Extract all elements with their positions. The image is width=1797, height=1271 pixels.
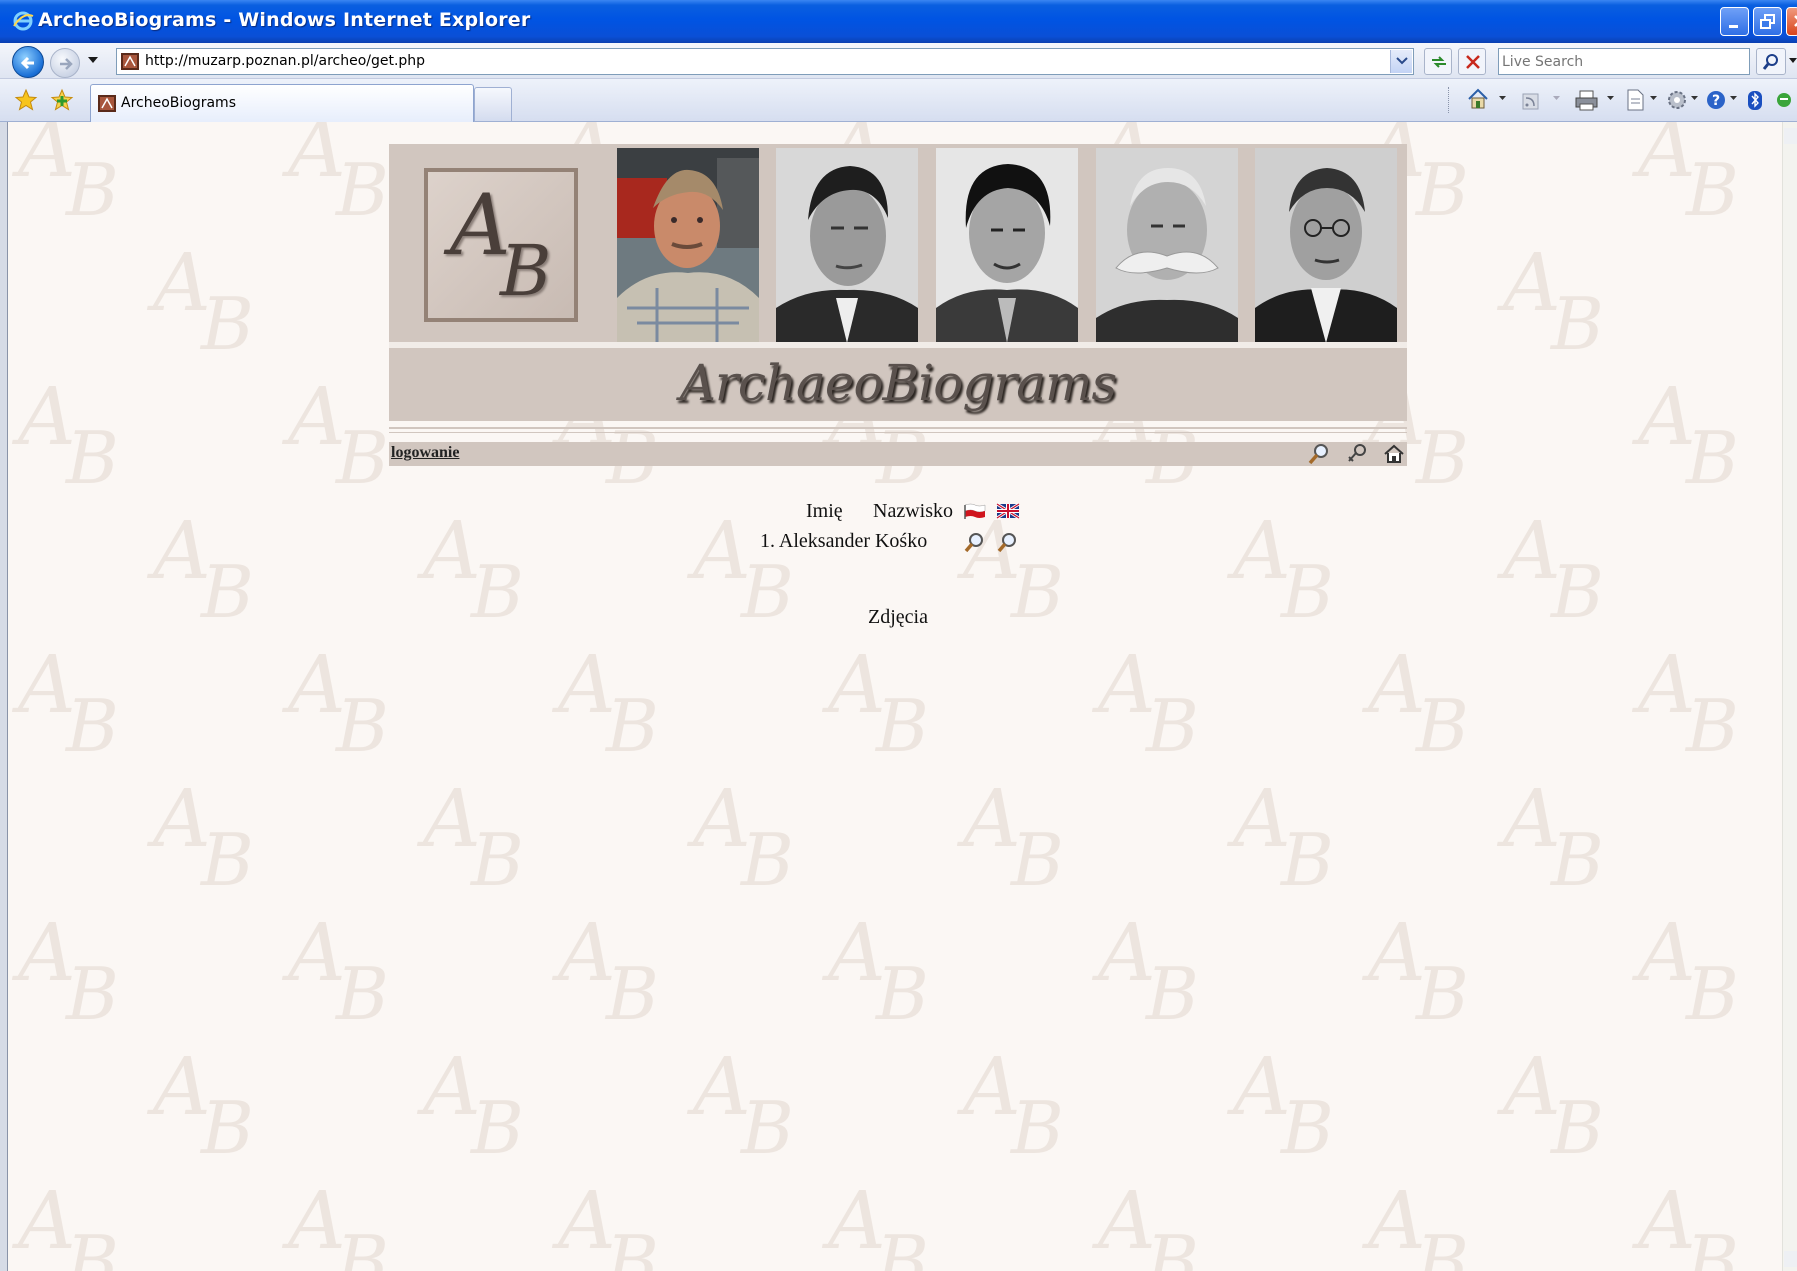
- logo-letter-b: B: [500, 230, 552, 312]
- page-viewport: ABABABABABABABABABABABABABABABABABABABAB…: [8, 122, 1782, 1271]
- search-icon: [1762, 54, 1778, 70]
- forward-button[interactable]: [50, 48, 80, 78]
- search-options-dropdown-icon[interactable]: [1789, 58, 1797, 64]
- scroll-up-button[interactable]: [1784, 128, 1797, 144]
- add-favorites-icon[interactable]: [50, 88, 74, 112]
- banner-title-band: ArchaeoBiograms: [389, 348, 1407, 421]
- tab-toolbar: ArcheoBiograms ?: [0, 79, 1797, 122]
- tools-gear-icon[interactable]: [1664, 86, 1690, 114]
- url-text: http://muzarp.poznan.pl/archeo/get.php: [145, 53, 426, 69]
- window-left-border: [0, 122, 8, 1271]
- english-flag-icon[interactable]: [996, 503, 1020, 519]
- column-first-name: Imię: [806, 500, 843, 522]
- refresh-icon: [1432, 56, 1446, 68]
- keys-icon[interactable]: [1345, 443, 1369, 465]
- page-icon[interactable]: [1624, 86, 1648, 114]
- polish-flag-icon[interactable]: [963, 503, 987, 519]
- login-link[interactable]: logowanie: [391, 444, 459, 462]
- feeds-icon[interactable]: [1520, 86, 1542, 114]
- minimize-button[interactable]: [1720, 7, 1749, 36]
- help-icon[interactable]: ?: [1704, 86, 1728, 114]
- portrait-photo-1: [617, 148, 759, 343]
- refresh-button[interactable]: [1424, 48, 1452, 75]
- research-icon[interactable]: [1774, 86, 1796, 114]
- close-icon: [1794, 15, 1797, 27]
- row-last-name: Kośko: [874, 530, 928, 552]
- new-tab-button[interactable]: [474, 87, 512, 121]
- tab-label: ArcheoBiograms: [121, 95, 236, 111]
- ab-logo: A B: [424, 168, 578, 322]
- divider-line: [389, 432, 1407, 433]
- minimize-icon: [1729, 25, 1738, 28]
- chevron-down-icon: [1396, 57, 1408, 65]
- home-icon[interactable]: [1382, 443, 1406, 465]
- forward-arrow-icon: [60, 58, 73, 70]
- address-toolbar: http://muzarp.poznan.pl/archeo/get.php: [0, 43, 1797, 79]
- maximize-button[interactable]: [1753, 7, 1782, 36]
- close-button[interactable]: [1786, 7, 1797, 36]
- internet-explorer-icon: [13, 11, 34, 31]
- stop-button[interactable]: [1458, 48, 1486, 75]
- search-button[interactable]: [1756, 48, 1786, 75]
- site-favicon-icon: [98, 95, 116, 112]
- stop-icon: [1466, 55, 1480, 69]
- svg-text:?: ?: [1712, 93, 1720, 109]
- row-first-name: Aleksander: [778, 530, 870, 552]
- address-bar[interactable]: http://muzarp.poznan.pl/archeo/get.php: [116, 48, 1414, 75]
- window-title: ArcheoBiograms - Windows Internet Explor…: [38, 9, 531, 31]
- tab-archeobiograms[interactable]: ArcheoBiograms: [90, 84, 474, 122]
- scroll-down-button[interactable]: [1784, 1251, 1797, 1267]
- back-arrow-icon: [20, 56, 34, 70]
- feeds-dropdown-icon[interactable]: [1553, 96, 1560, 101]
- search-input[interactable]: [1502, 51, 1742, 72]
- live-search-box[interactable]: [1498, 48, 1750, 75]
- home-icon[interactable]: [1466, 86, 1490, 114]
- window-titlebar: ArcheoBiograms - Windows Internet Explor…: [0, 0, 1797, 43]
- photos-section-label[interactable]: Zdjęcia: [868, 606, 928, 629]
- favorites-star-icon[interactable]: [14, 88, 38, 112]
- divider-line: [389, 427, 1407, 429]
- print-icon[interactable]: [1574, 86, 1600, 114]
- portrait-photo-3: [936, 148, 1078, 343]
- command-bar-grip: [1448, 87, 1450, 113]
- portrait-photo-5: [1255, 148, 1397, 343]
- portrait-photo-4: [1096, 148, 1238, 343]
- vertical-scrollbar[interactable]: [1782, 122, 1797, 1271]
- column-last-name: Nazwisko: [873, 500, 953, 522]
- search-icon[interactable]: [1307, 443, 1331, 465]
- restore-icon: [1760, 14, 1775, 29]
- page-dropdown-icon[interactable]: [1650, 96, 1657, 101]
- result-row: 1. Aleksander Kośko: [760, 530, 1016, 553]
- help-dropdown-icon[interactable]: [1730, 96, 1737, 101]
- view-polish-biography-icon[interactable]: [963, 532, 985, 554]
- bluetooth-icon[interactable]: [1746, 86, 1764, 114]
- address-dropdown-button[interactable]: [1390, 50, 1412, 73]
- site-banner: A B: [389, 144, 1407, 343]
- back-button[interactable]: [12, 46, 44, 78]
- row-number: 1.: [760, 530, 775, 552]
- print-dropdown-icon[interactable]: [1607, 96, 1614, 101]
- recent-pages-dropdown-icon[interactable]: [88, 57, 98, 64]
- tools-dropdown-icon[interactable]: [1691, 96, 1698, 101]
- portrait-photo-2: [776, 148, 918, 343]
- site-navbar: logowanie: [389, 442, 1407, 466]
- view-english-biography-icon[interactable]: [996, 532, 1018, 554]
- site-favicon-icon: [121, 53, 139, 70]
- home-dropdown-icon[interactable]: [1499, 96, 1506, 101]
- site-title: ArchaeoBiograms: [679, 354, 1117, 412]
